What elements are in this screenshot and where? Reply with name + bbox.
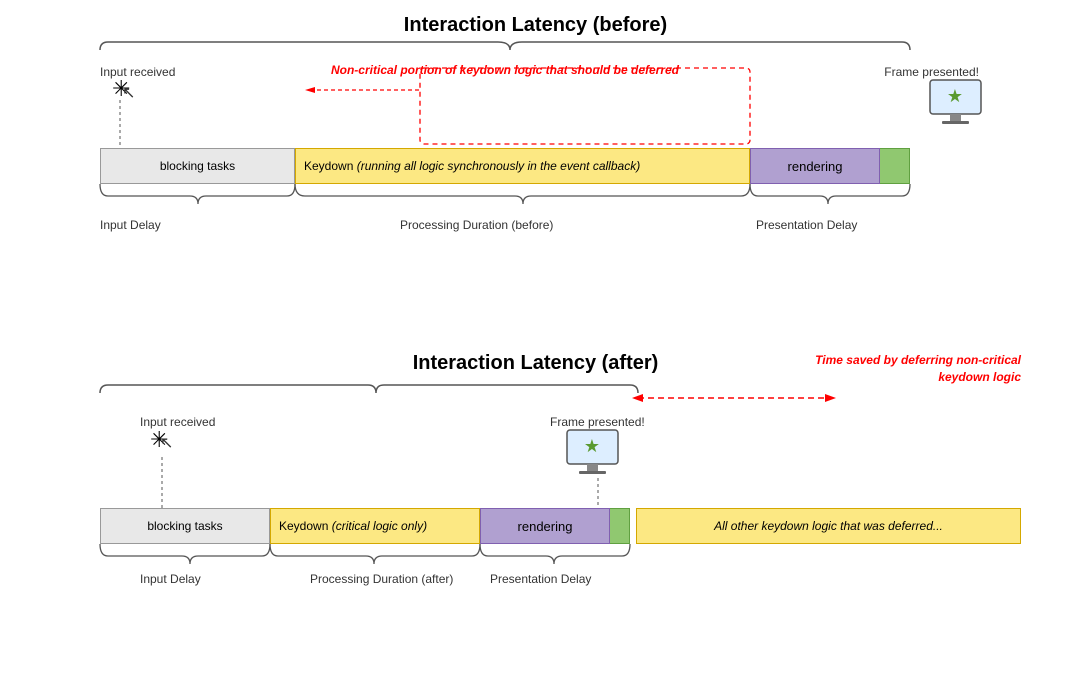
diagram-container: Interaction Latency (before) Input recei… — [0, 0, 1071, 690]
keydown-top-bar: Keydown (Keydown (running all logic sync… — [295, 148, 750, 184]
green-end-top — [880, 148, 910, 184]
monitor-top-icon: ★ — [928, 78, 983, 133]
green-end-bot — [610, 508, 630, 544]
keydown-bot-bar: Keydown (critical logic only) — [270, 508, 480, 544]
rendering-bot-bar: rendering — [480, 508, 610, 544]
blocking-tasks-bot-bar: blocking tasks — [100, 508, 270, 544]
presentation-delay-bot-label: Presentation Delay — [490, 572, 591, 586]
cursor-bot-icon: ↖ — [160, 433, 173, 453]
overlay-svg — [0, 0, 1071, 690]
monitor-bot-icon: ★ — [565, 428, 620, 483]
top-title: Interaction Latency (before) — [0, 14, 1071, 37]
svg-text:★: ★ — [584, 436, 600, 456]
presentation-delay-top-label: Presentation Delay — [756, 218, 857, 232]
red-annotation-top: Non-critical portion of keydown logic th… — [310, 62, 700, 79]
time-saved-label: Time saved by deferring non-critical key… — [801, 352, 1021, 386]
cursor-top-icon: ↖ — [122, 83, 135, 103]
rendering-top-bar: rendering — [750, 148, 880, 184]
frame-presented-bot-label: Frame presented! — [550, 415, 645, 429]
input-delay-top-label: Input Delay — [100, 218, 161, 232]
svg-text:★: ★ — [947, 86, 963, 106]
frame-presented-top-label: Frame presented! — [884, 65, 979, 79]
input-delay-bot-label: Input Delay — [140, 572, 201, 586]
blocking-tasks-top-bar: blocking tasks — [100, 148, 295, 184]
deferred-bar: All other keydown logic that was deferre… — [636, 508, 1021, 544]
processing-duration-bot-label: Processing Duration (after) — [310, 572, 453, 586]
processing-duration-top-label: Processing Duration (before) — [400, 218, 553, 232]
